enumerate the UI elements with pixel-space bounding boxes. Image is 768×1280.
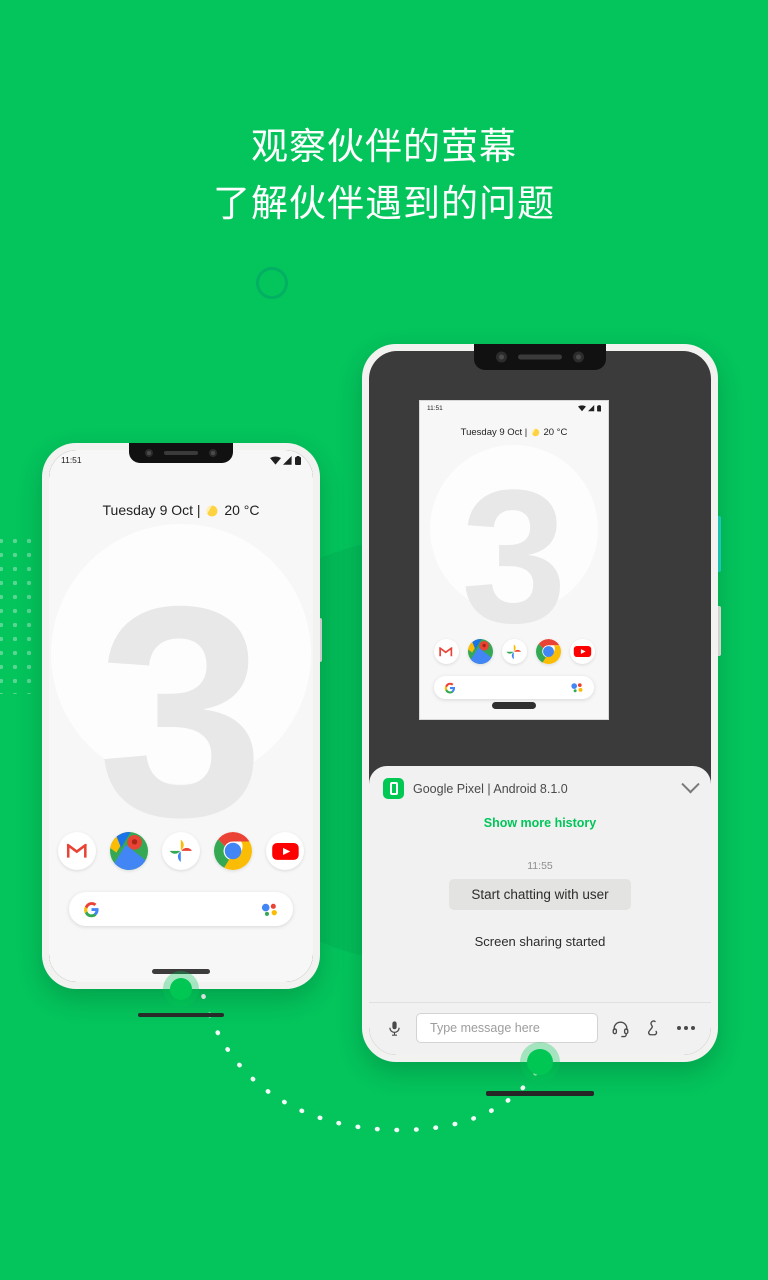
left-phone-device: 3 11:51 Tuesday 9 Oct | 20 °C [42,443,322,1017]
signal-icon [588,405,595,412]
google-g-icon [84,901,99,917]
google-assistant-icon [261,903,277,916]
message-input[interactable]: Type message here [416,1013,598,1043]
shared-home-screen: 3 11:51 Tuesday 9 Oct | 20 °C [420,401,608,719]
chat-message-bubble[interactable]: Start chatting with user [449,879,631,910]
show-more-history-link[interactable]: Show more history [484,816,597,830]
remote-control-icon[interactable] [642,1017,664,1039]
app-icon-photos[interactable] [162,832,200,870]
signal-icon [283,455,292,465]
device-phone-icon [383,778,404,799]
headline-line-2: 了解伙伴遇到的问题 [213,183,555,225]
chevron-down-icon[interactable] [681,775,700,794]
shared-navigation-pill [492,702,536,709]
left-phone-home-screen: 3 11:51 Tuesday 9 Oct | 20 °C [49,450,313,982]
earpiece-speaker [164,451,198,455]
status-time: 11:51 [61,455,82,465]
front-sensor-icon [573,351,584,363]
shared-app-icon-row [420,639,608,664]
google-g-icon [444,682,455,693]
right-phone-chin-grille [486,1091,594,1096]
chat-panel: Google Pixel | Android 8.1.0 Show more h… [369,766,711,1055]
wallpaper-digit: 3 [97,543,265,880]
app-icon-maps[interactable] [110,832,148,870]
date-text: Tuesday 9 Oct | [102,502,205,518]
battery-icon [596,405,601,412]
app-icon-chrome [535,639,561,664]
right-phone-bezel: 3 11:51 Tuesday 9 Oct | 20 °C Google Pix… [369,351,711,1055]
google-search-bar[interactable] [69,892,293,926]
shared-status-icons [578,405,601,412]
app-icon-maps [467,639,493,664]
shared-date-text: Tuesday 9 Oct | [460,427,530,439]
left-phone-chin-grille [138,1013,224,1017]
left-phone-notch [129,443,233,463]
shared-status-bar: 11:51 [420,401,608,416]
wifi-icon [269,456,281,465]
app-icon-gmail[interactable] [58,832,96,870]
date-weather-widget[interactable]: Tuesday 9 Oct | 20 °C [49,502,313,519]
ring-decoration [256,267,288,299]
earpiece-speaker [518,354,562,360]
app-icon-gmail [433,639,459,664]
wifi-icon [578,405,586,412]
device-name-label: Google Pixel | Android 8.1.0 [413,781,568,796]
app-icon-chrome[interactable] [214,832,252,870]
dot-grid-decoration [0,534,40,694]
headline-line-1: 观察伙伴的萤幕 [251,126,517,167]
left-phone-active-indicator [163,971,199,1007]
sun-icon [531,428,540,437]
left-phone-bezel: 3 11:51 Tuesday 9 Oct | 20 °C [49,450,313,982]
sun-icon [207,505,218,517]
shared-temperature-text: 20 °C [543,427,568,439]
right-phone-active-indicator [520,1042,560,1082]
app-icon-youtube[interactable] [266,832,304,870]
message-timestamp: 11:55 [527,860,553,872]
front-sensor-icon [209,449,217,457]
shared-screen-view: 3 11:51 Tuesday 9 Oct | 20 °C [419,400,609,720]
chat-message-list: Show more history 11:55 Start chatting w… [369,805,711,1002]
front-camera-icon [145,449,153,457]
shared-status-time: 11:51 [427,405,443,412]
app-icon-photos [501,639,527,664]
temperature-text: 20 °C [224,502,260,518]
status-icons [269,455,301,465]
shared-google-search-bar [434,676,594,699]
headset-icon[interactable] [609,1017,631,1039]
app-icon-youtube [569,639,595,664]
right-phone-notch [474,344,606,370]
shared-date-weather-widget: Tuesday 9 Oct | 20 °C [420,427,608,438]
shared-wallpaper-digit: 3 [461,450,567,663]
right-phone-device: 3 11:51 Tuesday 9 Oct | 20 °C Google Pix… [362,344,721,1096]
microphone-icon[interactable] [383,1017,405,1039]
chat-header[interactable]: Google Pixel | Android 8.1.0 [369,766,711,805]
battery-icon [295,455,301,465]
system-message: Screen sharing started [474,934,606,949]
more-options-icon[interactable] [675,1017,697,1039]
app-icon-row [49,832,313,870]
google-assistant-icon [571,683,583,693]
front-camera-icon [496,351,507,363]
page-title: 观察伙伴的萤幕 了解伙伴遇到的问题 [0,118,768,233]
